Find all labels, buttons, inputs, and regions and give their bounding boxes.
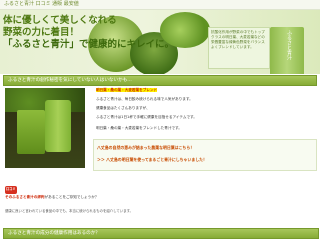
hero-headline-line-3: 「ふるさと青汁」で健康的にキレイに。 [3,39,175,50]
hero-headline-line-1: 体に優しくて美しくなれる [3,15,117,26]
link-aojiru[interactable]: ＞＞ 八丈島の明日葉を使ってまるごと青汁にしちゃいました！ [97,157,207,162]
review-caption-rest: があることをご存知でしょうか？ [44,195,99,199]
text-line: ふるさと青汁は、毎日飲み続けられる味で人気があります。 [96,97,193,101]
text-line: 健康食品はたくさんありますが、 [96,106,150,110]
review-badge-label: 口コミ [6,187,16,191]
review-caption-prefix: そのふるさと青汁の評判 [5,195,45,199]
section-heading-bar: ふるさと青汁の創作秘密を気にしていない人はいないかも… [3,75,317,86]
product-photo [5,88,85,168]
section-2-heading-bar: ふるさと青汁の成分の健康作用はあるのか？ [3,228,319,239]
hero-banner: 体に優しくて美しくなれる 野菜の力に着目！ 「ふるさと青汁」で健康的にキレイに。… [0,10,320,74]
section-1-heading: ふるさと青汁の創作秘密を気にしていない人はいないかも… [3,75,317,86]
site-name[interactable]: ふるさと青汁 口コミ 通販 最安値 [4,1,79,8]
section-note: 健康に良いと言われている食品の中でも、本当に続けられるものを紹介しています。 [5,209,134,213]
link-ashitaba[interactable]: 八丈島の自然の恵みが詰まった農薬な明日葉はこちら！ [97,145,194,150]
section-2-title: ふるさと青汁の成分の健康作用はあるのか？ [8,231,100,236]
top-bar: ふるさと青汁 口コミ 通販 最安値 [0,0,320,10]
review-caption: そのふるさと青汁の評判があることをご存知でしょうか？ [5,195,98,200]
text-line: 明日葉・桑の葉・大麦若葉をブレンド [96,88,158,93]
hero-headline: 体に優しくて美しくなれる 野菜の力に着目！ 「ふるさと青汁」で健康的にキレイに。 [3,15,174,51]
green-juice-glass-image [17,110,45,154]
link-box: 八丈島の自然の恵みが詰まった農薬な明日葉はこちら！ ＞＞ 八丈島の明日葉を使って… [93,139,317,171]
product-package-label: ふるさと青汁 [286,30,292,60]
product-can-image [45,100,71,152]
highlight-text: 明日葉・桑の葉・大麦若葉をブレンド [96,88,158,92]
section-1-content: 明日葉・桑の葉・大麦若葉をブレンド ふるさと青汁は、毎日飲み続けられる味で人気が… [3,86,317,216]
section-1-title: ふるさと青汁の創作秘密を気にしていない人はいないかも… [8,78,132,83]
text-line: 明日葉・桑の葉・大麦若葉をブレンドした青汁です。 [96,126,182,130]
text-line: ふるさと青汁は1日1杯で手軽に健康を目指せるアイテムです。 [96,115,197,119]
hero-headline-line-2: 野菜の力に着目！ [3,27,80,38]
hero-note-text: 抗酸化作用が野菜の中でもトップクラスの明日葉、大麦若葉などの栄養豊富な緑黄色野菜… [211,30,265,49]
